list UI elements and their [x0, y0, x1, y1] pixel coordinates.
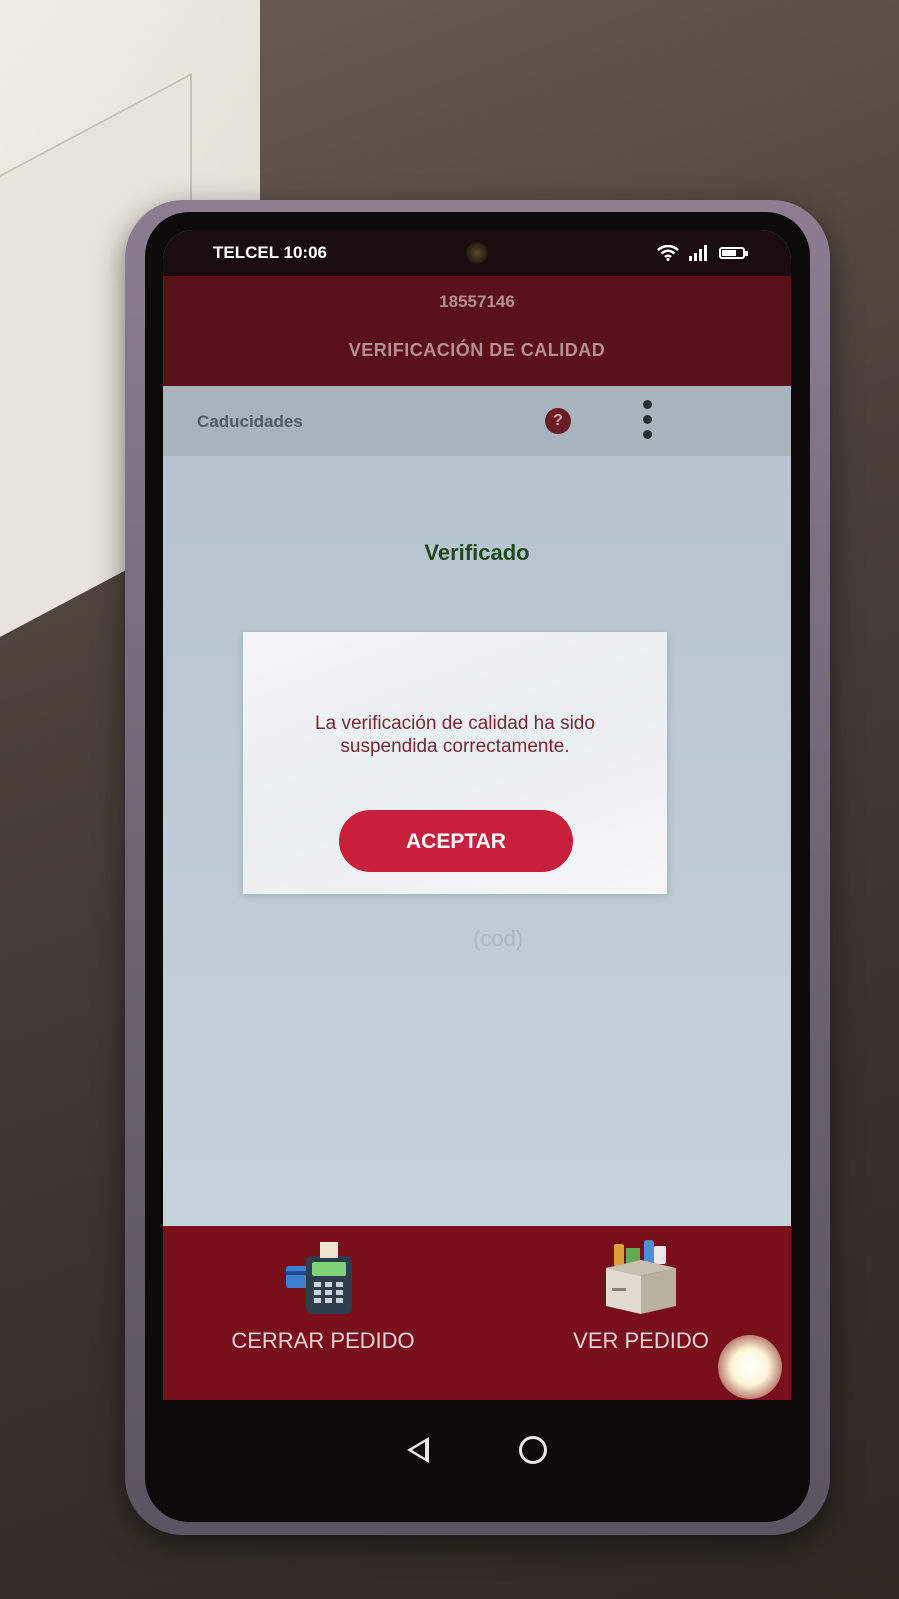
photo-scene: TELCEL 10:06 18557146 VERIFICACIÓN DE CA…	[0, 0, 899, 1599]
more-vertical-icon[interactable]	[643, 400, 653, 444]
battery-icon	[719, 247, 748, 259]
carrier-time: TELCEL 10:06	[213, 243, 328, 262]
phone-case: TELCEL 10:06 18557146 VERIFICACIÓN DE CA…	[125, 200, 830, 1535]
wifi-icon	[657, 245, 679, 261]
front-camera	[466, 242, 488, 264]
dialog-message: La verificación de calidad ha sido suspe…	[315, 713, 595, 757]
android-nav-bar	[163, 1400, 791, 1500]
tab-caducidades[interactable]: Caducidades	[197, 412, 303, 432]
app-header: 18557146 VERIFICACIÓN DE CALIDAD	[163, 276, 791, 386]
back-icon[interactable]	[407, 1437, 429, 1463]
bottom-nav: CERRAR PEDIDO VER PEDIDO	[163, 1226, 791, 1400]
home-icon[interactable]	[519, 1436, 547, 1464]
background-text: (cod)	[473, 926, 524, 951]
confirmation-dialog: La verificación de calidad ha sido suspe…	[243, 632, 667, 894]
help-icon[interactable]: ?	[545, 408, 571, 434]
accept-button[interactable]: ACEPTAR	[339, 810, 573, 872]
close-order-button[interactable]: CERRAR PEDIDO	[193, 1226, 453, 1400]
status-bar: TELCEL 10:06	[163, 230, 791, 276]
signal-icon	[689, 245, 707, 261]
verification-status: Verificado	[424, 540, 530, 565]
status-icons	[657, 245, 748, 261]
card-terminal-icon	[286, 1242, 352, 1314]
light-glare	[718, 1335, 782, 1399]
order-number: 18557146	[439, 292, 515, 311]
phone-bezel: TELCEL 10:06 18557146 VERIFICACIÓN DE CA…	[145, 212, 810, 1522]
tab-row: Caducidades ?	[163, 386, 791, 456]
close-order-label: CERRAR PEDIDO	[231, 1328, 415, 1353]
page-title: VERIFICACIÓN DE CALIDAD	[348, 340, 606, 360]
grocery-box-icon	[606, 1240, 676, 1314]
phone-screen: TELCEL 10:06 18557146 VERIFICACIÓN DE CA…	[163, 230, 791, 1400]
